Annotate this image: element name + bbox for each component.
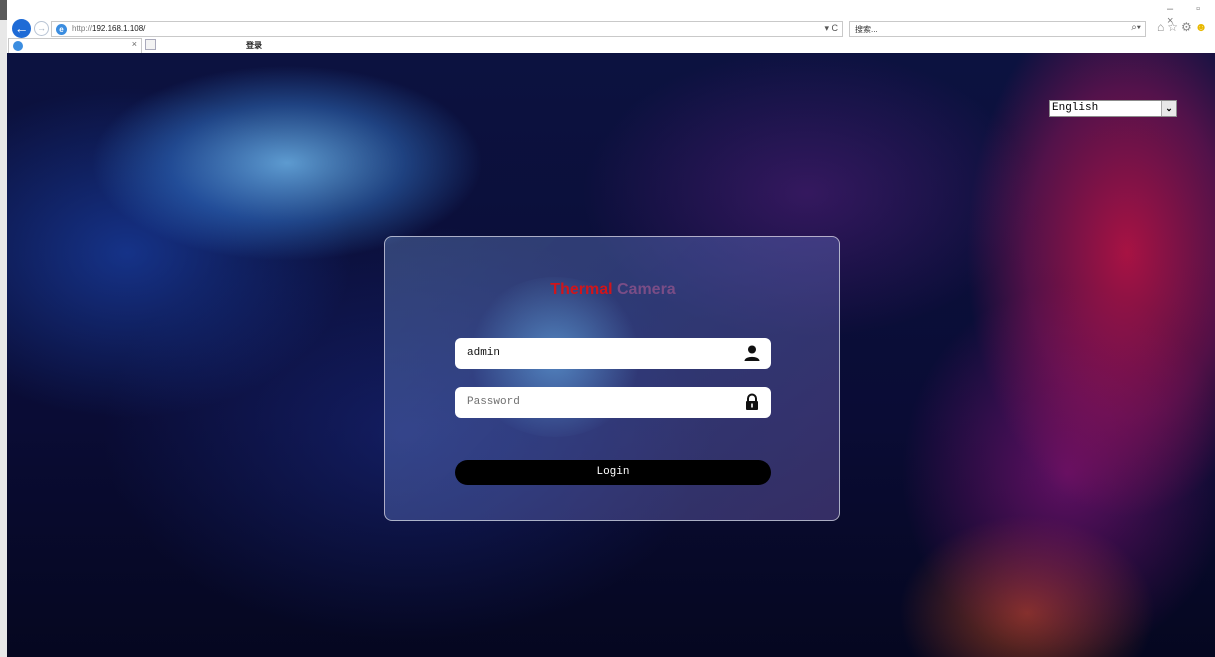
forward-button[interactable]: → xyxy=(34,21,49,36)
username-value: admin xyxy=(467,347,501,359)
gear-icon[interactable]: ⚙ xyxy=(1181,20,1195,34)
login-button[interactable]: Login xyxy=(455,460,771,485)
search-box[interactable]: 搜索... ⌕▾ xyxy=(849,21,1146,37)
url-prefix: http:// xyxy=(72,24,93,33)
smiley-icon[interactable]: ☻ xyxy=(1195,20,1211,34)
browser-chrome: ← → e http://192.168.1.108/ ▾ C 搜索... ⌕▾… xyxy=(7,0,1215,53)
star-icon[interactable]: ☆ xyxy=(1167,20,1181,34)
browser-window: ← → e http://192.168.1.108/ ▾ C 搜索... ⌕▾… xyxy=(0,0,1215,657)
search-placeholder: 搜索... xyxy=(855,25,878,34)
password-placeholder: Password xyxy=(467,396,520,408)
search-icon[interactable]: ⌕▾ xyxy=(1131,22,1141,33)
left-edge-dark xyxy=(0,0,7,20)
app-title: Thermal Camera xyxy=(385,281,841,299)
tab-close-button[interactable]: × xyxy=(132,39,137,49)
tab-login[interactable]: 登录 × xyxy=(8,38,262,53)
chevron-down-icon[interactable]: ⌄ xyxy=(1161,101,1176,116)
lock-icon xyxy=(746,393,758,410)
language-select[interactable]: English ⌄ xyxy=(1049,100,1177,117)
back-button[interactable]: ← xyxy=(12,19,31,38)
home-icon[interactable]: ⌂ xyxy=(1157,20,1167,34)
tab-title: 登录 xyxy=(246,41,262,50)
language-value: English xyxy=(1052,102,1099,114)
tab-favicon-icon xyxy=(13,41,23,51)
refresh-control[interactable]: ▾ C xyxy=(824,23,838,34)
password-field[interactable]: Password xyxy=(455,387,771,418)
url-host: 192.168.1.108/ xyxy=(92,24,146,33)
title-thermal: Thermal xyxy=(550,281,613,298)
login-page: English ⌄ Thermal Camera admin Password xyxy=(7,53,1215,657)
login-card: Thermal Camera admin Password Login xyxy=(384,236,840,521)
ie-favicon-icon: e xyxy=(56,24,67,35)
title-camera: Camera xyxy=(617,281,676,298)
address-bar[interactable]: e http://192.168.1.108/ ▾ C xyxy=(51,21,843,37)
user-icon xyxy=(744,345,760,361)
left-edge-strip xyxy=(0,0,7,657)
new-tab-button[interactable] xyxy=(145,39,156,50)
address-url[interactable]: http://192.168.1.108/ xyxy=(72,24,145,33)
toolbar-icons: ⌂☆⚙☻ xyxy=(1157,20,1210,34)
username-field[interactable]: admin xyxy=(455,338,771,369)
